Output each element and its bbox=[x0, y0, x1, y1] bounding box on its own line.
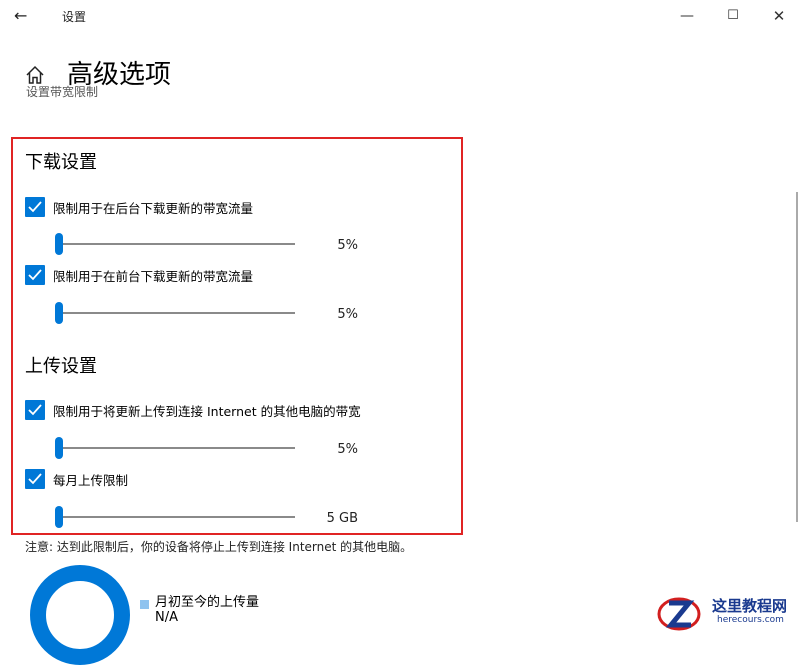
bg-download-limit-label: 限制用于在后台下载更新的带宽流量 bbox=[53, 201, 254, 216]
monthly-upload-limit-label: 每月上传限制 bbox=[53, 473, 129, 488]
download-settings-title: 下载设置 bbox=[25, 152, 97, 173]
minimize-button[interactable]: — bbox=[664, 0, 710, 32]
fg-download-limit-checkbox[interactable] bbox=[25, 265, 45, 285]
monthly-upload-value: 5 GB bbox=[326, 511, 358, 526]
bg-download-value: 5% bbox=[337, 238, 358, 253]
watermark: 这里教程网 herecours.com bbox=[655, 590, 803, 633]
upload-limit-note: 注意: 达到此限制后，你的设备将停止上传到连接 Internet 的其他电脑。 bbox=[25, 540, 413, 554]
monthly-upload-limit-checkbox[interactable] bbox=[25, 469, 45, 489]
bg-download-slider-track[interactable] bbox=[58, 243, 295, 245]
watermark-text: 这里教程网 bbox=[712, 597, 788, 615]
monthly-upload-slider-thumb[interactable] bbox=[55, 506, 63, 528]
app-title: 设置 bbox=[62, 10, 87, 24]
upload-settings-title: 上传设置 bbox=[25, 356, 97, 377]
watermark-url: herecours.com bbox=[717, 615, 784, 625]
close-button[interactable]: ✕ bbox=[756, 0, 802, 32]
bg-download-limit-checkbox[interactable] bbox=[25, 197, 45, 217]
upload-usage-donut bbox=[28, 563, 132, 667]
checkmark-icon bbox=[28, 404, 42, 416]
checkmark-icon bbox=[28, 269, 42, 281]
fg-download-limit-label: 限制用于在前台下载更新的带宽流量 bbox=[53, 269, 254, 284]
upload-bandwidth-label: 限制用于将更新上传到连接 Internet 的其他电脑的带宽 bbox=[53, 404, 361, 419]
maximize-button[interactable]: ☐ bbox=[710, 0, 756, 32]
checkmark-icon bbox=[28, 201, 42, 213]
usage-legend-value: N/A bbox=[155, 610, 178, 625]
monthly-upload-slider-track[interactable] bbox=[58, 516, 295, 518]
fg-download-value: 5% bbox=[337, 307, 358, 322]
title-bar: ← 设置 — ☐ ✕ bbox=[0, 0, 803, 32]
upload-bandwidth-value: 5% bbox=[337, 442, 358, 457]
checkmark-icon bbox=[28, 473, 42, 485]
watermark-logo-icon bbox=[655, 590, 705, 633]
fg-download-slider-thumb[interactable] bbox=[55, 302, 63, 324]
bg-download-slider-thumb[interactable] bbox=[55, 233, 63, 255]
usage-legend-swatch bbox=[140, 600, 149, 609]
upload-bandwidth-checkbox[interactable] bbox=[25, 400, 45, 420]
scrollbar-thumb[interactable] bbox=[796, 192, 798, 522]
back-button[interactable]: ← bbox=[14, 6, 36, 26]
partial-description: 设置带宽限制 bbox=[26, 85, 99, 99]
upload-bandwidth-slider-track[interactable] bbox=[58, 447, 295, 449]
usage-legend-label: 月初至今的上传量 bbox=[155, 595, 260, 610]
vertical-scrollbar[interactable] bbox=[790, 32, 803, 633]
fg-download-slider-track[interactable] bbox=[58, 312, 295, 314]
upload-bandwidth-slider-thumb[interactable] bbox=[55, 437, 63, 459]
